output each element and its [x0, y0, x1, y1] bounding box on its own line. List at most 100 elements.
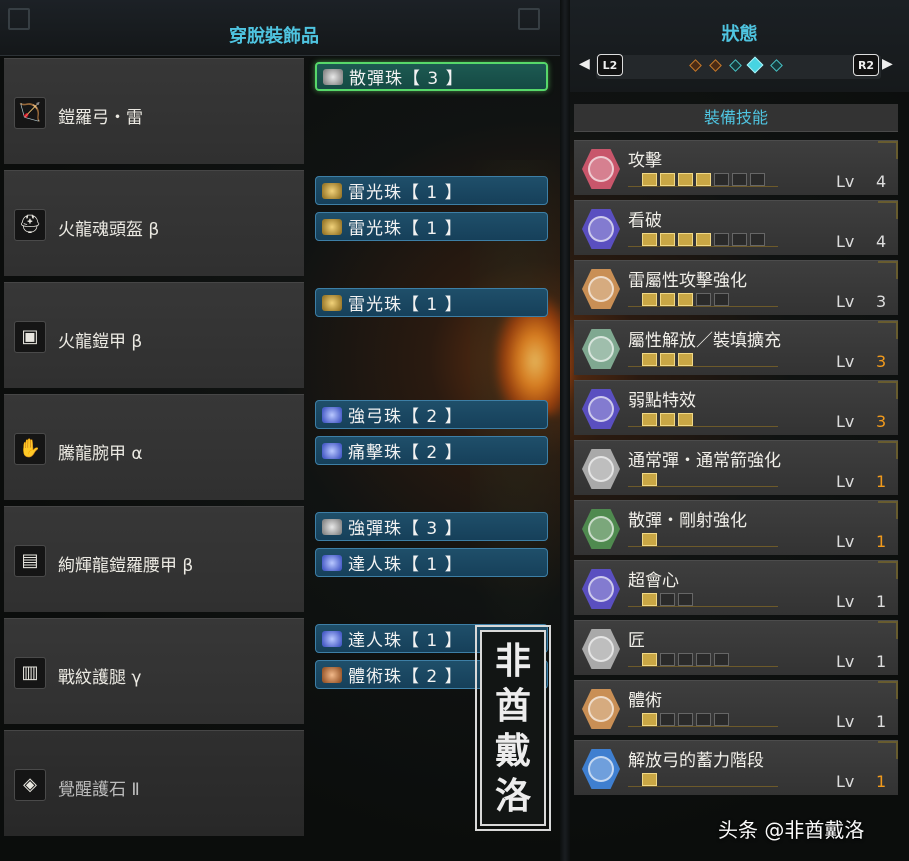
equipment-name: 覺醒護石 Ⅱ — [58, 780, 140, 800]
chest-armor-icon: ▣ — [14, 321, 46, 353]
skill-row[interactable]: 通常彈・通常箭強化 Lv 1 — [574, 440, 898, 495]
level-value: 1 — [876, 592, 887, 611]
skill-pip-empty — [714, 713, 729, 726]
l2-button[interactable]: L2 — [597, 54, 623, 76]
skill-pip-filled — [660, 233, 675, 246]
jewel-icon — [322, 442, 342, 459]
decoration-slot[interactable]: 雷光珠【 1 】 — [315, 212, 548, 241]
decoration-label: 達人珠【 1 】 — [348, 631, 463, 651]
skill-row[interactable]: 屬性解放／裝填擴充 Lv 3 — [574, 320, 898, 375]
decoration-slot[interactable]: 強弓珠【 2 】 — [315, 400, 548, 429]
row-corner-ornament — [878, 681, 898, 699]
level-value: 3 — [876, 292, 887, 311]
level-label: Lv — [836, 652, 855, 671]
jewel-icon — [322, 518, 342, 535]
equipment-row[interactable]: ▥ 戰紋護腿 γ — [4, 618, 304, 724]
jewel-icon — [323, 68, 343, 85]
skill-pip-empty — [714, 293, 729, 306]
skill-gem-inner — [588, 336, 614, 362]
helmet-icon: ⛑ — [14, 209, 46, 241]
skill-level-bar — [642, 473, 657, 486]
skill-row[interactable]: 解放弓的蓄力階段 Lv 1 — [574, 740, 898, 795]
skill-pip-empty — [750, 173, 765, 186]
panel-title: 穿脫裝飾品 — [229, 26, 319, 47]
watermark: 头条 @非酋戴洛 — [718, 818, 865, 842]
jewel-icon — [322, 182, 342, 199]
decoration-slot[interactable]: 痛擊珠【 2 】 — [315, 436, 548, 465]
equipment-name: 火龍鎧甲 β — [58, 332, 143, 352]
skill-name: 雷屬性攻擊強化 — [628, 271, 747, 291]
arrow-left-icon[interactable]: ◀ — [579, 56, 590, 72]
skill-pip-filled — [678, 413, 693, 426]
equipment-name: 絢輝龍鎧羅腰甲 β — [58, 556, 194, 576]
skill-pip-empty — [660, 653, 675, 666]
decoration-slot[interactable]: 強彈珠【 3 】 — [315, 512, 548, 541]
arrow-right-icon[interactable]: ▶ — [882, 56, 893, 72]
skill-gem-icon — [582, 389, 620, 429]
level-label: Lv — [836, 532, 855, 551]
level-value: 1 — [876, 472, 887, 491]
skill-pip-empty — [732, 173, 747, 186]
waist-armor-icon: ▤ — [14, 545, 46, 577]
skill-pip-filled — [696, 173, 711, 186]
skill-level-bar — [642, 533, 657, 546]
leg-armor-icon: ▥ — [14, 657, 46, 689]
skill-gem-icon — [582, 449, 620, 489]
equipment-row[interactable]: ◈ 覺醒護石 Ⅱ — [4, 730, 304, 836]
equipment-row[interactable]: 🏹 鎧羅弓・雷 — [4, 58, 304, 164]
level-value: 3 — [876, 412, 887, 431]
skill-name: 解放弓的蓄力階段 — [628, 751, 764, 771]
skill-level-bar — [642, 773, 657, 786]
decoration-slot[interactable]: 達人珠【 1 】 — [315, 548, 548, 577]
decoration-label: 痛擊珠【 2 】 — [348, 443, 463, 463]
skill-pip-filled — [660, 293, 675, 306]
skill-name: 體術 — [628, 691, 662, 711]
skill-gem-inner — [588, 756, 614, 782]
level-value: 4 — [876, 232, 887, 251]
decoration-slot[interactable]: 雷光珠【 1 】 — [315, 176, 548, 205]
skill-row[interactable]: 匠 Lv 1 — [574, 620, 898, 675]
skill-pip-empty — [750, 233, 765, 246]
skill-gem-icon — [582, 689, 620, 729]
skill-gem-inner — [588, 696, 614, 722]
skill-gem-inner — [588, 276, 614, 302]
skill-pip-filled — [642, 533, 657, 546]
skill-gem-inner — [588, 636, 614, 662]
skill-pip-filled — [660, 353, 675, 366]
skill-name: 超會心 — [628, 571, 679, 591]
equipment-row[interactable]: ⛑ 火龍魂頭盔 β — [4, 170, 304, 276]
skill-row[interactable]: 散彈・剛射強化 Lv 1 — [574, 500, 898, 555]
skill-pip-empty — [696, 653, 711, 666]
skill-row[interactable]: 攻擊 Lv 4 — [574, 140, 898, 195]
level-value: 1 — [876, 772, 887, 791]
skill-pip-filled — [642, 773, 657, 786]
equipment-name: 火龍魂頭盔 β — [58, 220, 160, 240]
skill-pip-filled — [642, 173, 657, 186]
equipment-row[interactable]: ▣ 火龍鎧甲 β — [4, 282, 304, 388]
skill-pip-filled — [642, 653, 657, 666]
skill-gem-icon — [582, 509, 620, 549]
equipment-row[interactable]: ✋ 騰龍腕甲 α — [4, 394, 304, 500]
skill-name: 弱點特效 — [628, 391, 696, 411]
skill-name: 屬性解放／裝填擴充 — [628, 331, 781, 351]
skill-level-bar — [642, 593, 693, 606]
decoration-slot[interactable]: 雷光珠【 1 】 — [315, 288, 548, 317]
decoration-label: 雷光珠【 1 】 — [348, 183, 463, 203]
jewel-icon — [322, 406, 342, 423]
decoration-slot-selected[interactable]: 散彈珠【 3 】 — [315, 62, 548, 91]
skill-row[interactable]: 弱點特效 Lv 3 — [574, 380, 898, 435]
row-corner-ornament — [878, 621, 898, 639]
equipment-name: 鎧羅弓・雷 — [58, 108, 143, 128]
skill-level-bar — [642, 233, 765, 246]
equipment-row[interactable]: ▤ 絢輝龍鎧羅腰甲 β — [4, 506, 304, 612]
skill-row[interactable]: 雷屬性攻擊強化 Lv 3 — [574, 260, 898, 315]
skill-row[interactable]: 體術 Lv 1 — [574, 680, 898, 735]
level-label: Lv — [836, 352, 855, 371]
skill-row[interactable]: 看破 Lv 4 — [574, 200, 898, 255]
level-label: Lv — [836, 412, 855, 431]
r2-button[interactable]: R2 — [853, 54, 879, 76]
skill-gem-inner — [588, 216, 614, 242]
skill-gem-icon — [582, 329, 620, 369]
skill-row[interactable]: 超會心 Lv 1 — [574, 560, 898, 615]
skill-gem-inner — [588, 516, 614, 542]
